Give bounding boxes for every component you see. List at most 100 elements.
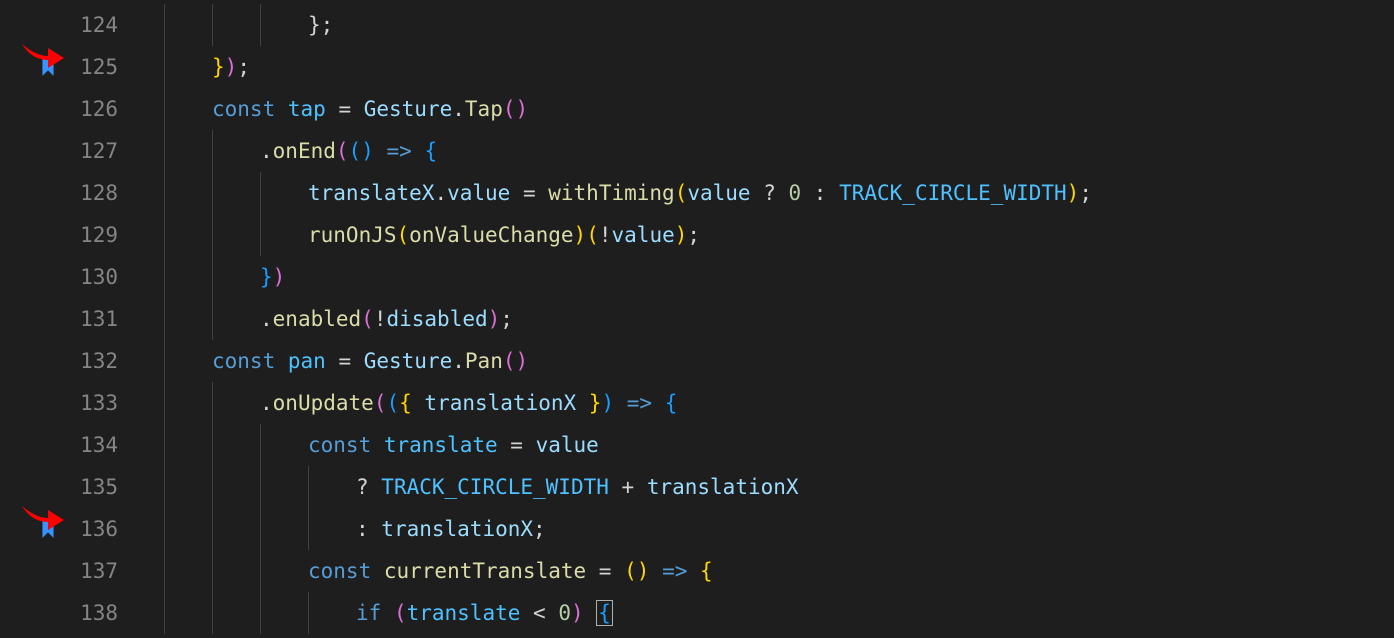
code-token: {	[665, 391, 678, 415]
glyph-margin[interactable]	[0, 519, 60, 539]
code-token: {	[700, 559, 713, 583]
glyph-margin[interactable]	[0, 57, 60, 77]
code-token: {	[424, 139, 437, 163]
code-text[interactable]: translateX.value = withTiming(value ? 0 …	[308, 172, 1092, 214]
code-text[interactable]: .enabled(!disabled);	[260, 298, 513, 340]
code-token: {	[399, 391, 424, 415]
code-text[interactable]: : translationX;	[356, 508, 546, 550]
line-number[interactable]: 131	[60, 298, 136, 340]
line-number[interactable]: 134	[60, 424, 136, 466]
code-token	[687, 559, 700, 583]
code-line[interactable]: 138 if (translate < 0) {	[0, 592, 1394, 634]
code-line[interactable]: 136 : translationX;	[0, 508, 1394, 550]
code-token	[584, 601, 597, 625]
code-text[interactable]: if (translate < 0) {	[356, 592, 613, 634]
code-text[interactable]: const translate = value	[308, 424, 599, 466]
code-line[interactable]: 125});	[0, 46, 1394, 88]
code-token: )	[601, 391, 614, 415]
code-token: value	[447, 181, 510, 205]
line-number[interactable]: 129	[60, 214, 136, 256]
code-token: (	[336, 139, 349, 163]
line-number[interactable]: 137	[60, 550, 136, 592]
line-number[interactable]: 127	[60, 130, 136, 172]
indent-guides	[164, 382, 260, 424]
code-token: const	[212, 349, 288, 373]
code-token	[652, 391, 665, 415]
code-token: value	[687, 181, 750, 205]
code-token: runOnJS	[308, 223, 397, 247]
code-token: =	[326, 349, 364, 373]
code-token: :	[356, 517, 381, 541]
code-line[interactable]: 124};	[0, 4, 1394, 46]
code-line[interactable]: 127 .onEnd(() => {	[0, 130, 1394, 172]
code-token: <	[520, 601, 558, 625]
line-number[interactable]: 138	[60, 592, 136, 634]
indent-guides	[164, 4, 308, 46]
code-line[interactable]: 132 const pan = Gesture.Pan()	[0, 340, 1394, 382]
code-line[interactable]: 133 .onUpdate(({ translationX }) => {	[0, 382, 1394, 424]
code-token: value	[612, 223, 675, 247]
bookmark-icon[interactable]	[40, 57, 56, 77]
line-number[interactable]: 124	[60, 4, 136, 46]
code-token: const	[212, 97, 288, 121]
code-line[interactable]: 126 const tap = Gesture.Tap()	[0, 88, 1394, 130]
code-token: (	[386, 391, 399, 415]
code-token: )	[516, 349, 529, 373]
code-line[interactable]: 131 .enabled(!disabled);	[0, 298, 1394, 340]
line-number[interactable]: 126	[60, 88, 136, 130]
code-line[interactable]: 134 const translate = value	[0, 424, 1394, 466]
code-text[interactable]: runOnJS(onValueChange)(!value);	[308, 214, 700, 256]
bookmark-icon[interactable]	[40, 519, 56, 539]
code-text[interactable]: const tap = Gesture.Tap()	[212, 88, 528, 130]
indent-guides	[164, 172, 308, 214]
line-number[interactable]: 130	[60, 256, 136, 298]
code-text[interactable]: .onUpdate(({ translationX }) => {	[260, 382, 677, 424]
code-token: ?	[751, 181, 789, 205]
code-editor[interactable]: 124}; 125});126const tap = Gesture.Tap()…	[0, 0, 1394, 634]
line-number[interactable]: 133	[60, 382, 136, 424]
code-token: .	[434, 181, 447, 205]
code-token: =	[326, 97, 364, 121]
code-token: =	[498, 433, 536, 457]
code-token: TRACK_CIRCLE_WIDTH	[839, 181, 1067, 205]
code-line[interactable]: 130})	[0, 256, 1394, 298]
code-token: const	[308, 433, 384, 457]
code-token: withTiming	[548, 181, 674, 205]
indent-guides	[164, 466, 356, 508]
code-token: )	[488, 307, 501, 331]
code-token: ;	[500, 307, 513, 331]
line-number[interactable]: 128	[60, 172, 136, 214]
code-token: Gesture	[364, 97, 453, 121]
code-text[interactable]: });	[212, 46, 250, 88]
code-token: ;	[237, 55, 250, 79]
code-token: )	[574, 223, 587, 247]
line-number[interactable]: 136	[60, 508, 136, 550]
code-line[interactable]: 135 ? TRACK_CIRCLE_WIDTH + translationX	[0, 466, 1394, 508]
code-token: }	[576, 391, 601, 415]
code-token: {	[596, 600, 613, 626]
code-token: !	[599, 223, 612, 247]
indent-guides	[164, 508, 356, 550]
line-number[interactable]: 125	[60, 46, 136, 88]
indent-guides	[164, 46, 212, 88]
code-token: enabled	[273, 307, 362, 331]
line-number[interactable]: 132	[60, 340, 136, 382]
code-line[interactable]: 129runOnJS(onValueChange)(!value);	[0, 214, 1394, 256]
code-text[interactable]: })	[260, 256, 285, 298]
code-token: (	[624, 559, 637, 583]
code-text[interactable]: const pan = Gesture.Pan()	[212, 340, 528, 382]
code-token: translationX	[381, 517, 533, 541]
code-text[interactable]: .onEnd(() => {	[260, 130, 437, 172]
code-token: )	[571, 601, 584, 625]
code-text[interactable]: };	[308, 4, 333, 46]
code-text[interactable]: ? TRACK_CIRCLE_WIDTH + translationX	[356, 466, 799, 508]
code-line[interactable]: 137 const currentTranslate = () => {	[0, 550, 1394, 592]
code-text[interactable]: const currentTranslate = () => {	[308, 550, 713, 592]
code-token: )	[637, 559, 650, 583]
indent-guides	[164, 256, 260, 298]
code-line[interactable]: 128 translateX.value = withTiming(value ?…	[0, 172, 1394, 214]
code-token: (	[503, 349, 516, 373]
line-number[interactable]: 135	[60, 466, 136, 508]
code-token: (	[397, 223, 410, 247]
code-token: (	[503, 97, 516, 121]
